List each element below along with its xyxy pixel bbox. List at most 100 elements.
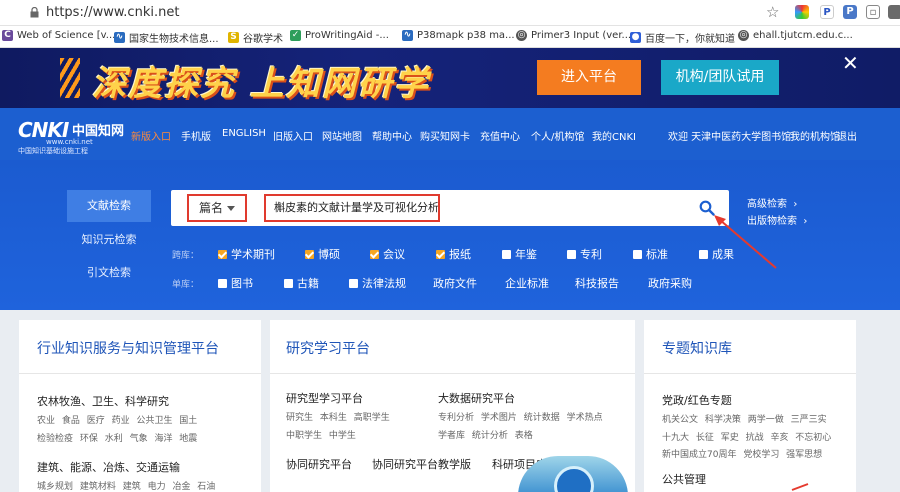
db-link[interactable]: 政府采购: [648, 275, 692, 291]
db-checkbox[interactable]: 专利: [567, 246, 602, 262]
collab-teaching-link[interactable]: 协同研究平台教学版: [372, 456, 471, 472]
nav-buy-card[interactable]: 购买知网卡: [420, 128, 470, 143]
tag-list[interactable]: 检验检疫 环保 水利 气象 海洋 地震: [37, 431, 197, 444]
search-box: 篇名 槲皮素的文献计量学及可视化分析: [171, 190, 729, 226]
checkbox-unchecked[interactable]: [567, 249, 576, 259]
nav-my-cnki[interactable]: 我的CNKI: [592, 128, 636, 143]
cnki-logo[interactable]: CNKI 中国知网 www.cnki.net 中国知识基础设施工程: [18, 118, 128, 155]
checkbox-checked[interactable]: [218, 249, 227, 259]
chevron-down-icon: [227, 206, 235, 211]
lock-icon: [30, 7, 39, 18]
tag-list[interactable]: 研究生 本科生 高职学生: [286, 410, 390, 423]
db-checkbox[interactable]: 报纸: [436, 246, 471, 262]
tab-citation-search[interactable]: 引文检索: [67, 257, 151, 289]
nav-mobile[interactable]: 手机版: [181, 128, 211, 143]
db-checkbox[interactable]: 成果: [699, 246, 734, 262]
ncbi-icon: ∿: [114, 32, 125, 43]
section-title[interactable]: 建筑、能源、冶炼、交通运输: [37, 459, 180, 475]
extension-p-icon[interactable]: P: [820, 5, 834, 19]
tab-knowledge-search[interactable]: 知识元检索: [67, 224, 151, 256]
checkbox-unchecked[interactable]: [284, 278, 293, 288]
institution-trial-button[interactable]: 机构/团队试用: [661, 60, 779, 95]
tag-list[interactable]: 农业 食品 医疗 药业 公共卫生 国土: [37, 413, 197, 426]
search-field-select[interactable]: 篇名: [187, 194, 247, 222]
db-checkbox[interactable]: 博硕: [305, 246, 340, 262]
collab-platform-link[interactable]: 协同研究平台: [286, 456, 352, 472]
card-title[interactable]: 专题知识库: [662, 338, 732, 358]
nav-recharge[interactable]: 充值中心: [480, 128, 520, 143]
extension-menu-icon[interactable]: [888, 5, 900, 19]
section-title[interactable]: 研究型学习平台: [286, 390, 363, 406]
nav-personal-library[interactable]: 个人/机构馆: [531, 128, 584, 143]
nav-english[interactable]: ENGLISH: [222, 128, 266, 139]
db-checkbox[interactable]: 学术期刊: [218, 246, 275, 262]
tag-list[interactable]: 专利分析 学术图片 统计数据 学术热点: [438, 410, 603, 423]
logout-link[interactable]: 退出: [837, 128, 857, 143]
tag-list[interactable]: 新中国成立70周年 党校学习 强军思想: [662, 447, 822, 460]
extension-pm-icon[interactable]: P: [843, 5, 857, 19]
prowritingaid-icon: ✓: [290, 30, 301, 41]
card-title[interactable]: 研究学习平台: [286, 338, 370, 358]
p38-icon: ∿: [402, 30, 413, 41]
checkbox-unchecked[interactable]: [633, 249, 642, 259]
search-input[interactable]: 槲皮素的文献计量学及可视化分析: [264, 194, 440, 222]
banner-slogan: 深度探究 上知网研学: [92, 64, 430, 104]
promo-banner[interactable]: 深度探究 上知网研学 进入平台 机构/团队试用 ✕: [0, 48, 900, 108]
db-checkbox[interactable]: 古籍: [284, 275, 319, 291]
tag-list[interactable]: 学者库 统计分析 表格: [438, 428, 533, 441]
checkbox-unchecked[interactable]: [218, 278, 227, 288]
section-title[interactable]: 农林牧渔、卫生、科学研究: [37, 393, 169, 409]
nav-sitemap[interactable]: 网站地图: [322, 128, 362, 143]
db-checkbox[interactable]: 会议: [370, 246, 405, 262]
db-link[interactable]: 企业标准: [505, 275, 549, 291]
my-institution-link[interactable]: 我的机构馆: [790, 128, 840, 143]
bookmark-item[interactable]: ∿ 国家生物技术信息...: [114, 30, 219, 45]
bookmark-item[interactable]: ◎ Primer3 Input (ver...: [516, 30, 631, 41]
advanced-search-link[interactable]: 高级检索 ›: [747, 195, 797, 210]
scholar-icon: S: [228, 32, 239, 43]
nav-help[interactable]: 帮助中心: [372, 128, 412, 143]
bookmark-item[interactable]: ∿ P38mapk p38 ma...: [402, 30, 515, 41]
url-text[interactable]: https://www.cnki.net: [46, 5, 179, 20]
banner-decoration: [60, 58, 80, 98]
industry-platform-card: 行业知识服务与知识管理平台 农林牧渔、卫生、科学研究 农业 食品 医疗 药业 公…: [19, 320, 261, 492]
bookmark-star-icon[interactable]: ☆: [766, 3, 779, 21]
bookmark-item[interactable]: S 谷歌学术: [228, 30, 283, 45]
db-link[interactable]: 科技报告: [575, 275, 619, 291]
checkbox-checked[interactable]: [436, 249, 445, 259]
browser-address-bar: https://www.cnki.net ☆ P P ▫: [0, 0, 900, 26]
bookmark-item[interactable]: ● 百度一下，你就知道: [630, 30, 735, 45]
section-title[interactable]: 公共管理: [662, 471, 706, 487]
db-checkbox[interactable]: 标准: [633, 246, 668, 262]
enter-platform-button[interactable]: 进入平台: [537, 60, 641, 95]
wos-icon: C: [2, 30, 13, 41]
close-icon[interactable]: ✕: [842, 53, 859, 73]
cross-db-label: 跨库：: [172, 251, 200, 261]
tab-literature-search[interactable]: 文献检索: [67, 190, 151, 222]
db-checkbox[interactable]: 年鉴: [502, 246, 537, 262]
extension-window-icon[interactable]: ▫: [866, 5, 880, 19]
section-title[interactable]: 大数据研究平台: [438, 390, 515, 406]
tag-list[interactable]: 机关公文 科学决策 两学一做 三严三实: [662, 412, 827, 425]
extension-color-icon[interactable]: [795, 5, 809, 19]
divider: [19, 373, 261, 374]
checkbox-unchecked[interactable]: [349, 278, 358, 288]
tag-list[interactable]: 中职学生 中学生: [286, 428, 356, 441]
section-title[interactable]: 党政/红色专题: [662, 392, 732, 408]
bookmark-item[interactable]: ◎ ehall.tjutcm.edu.c...: [738, 30, 853, 41]
nav-new-entry[interactable]: 新版入口: [131, 128, 171, 143]
nav-old-entry[interactable]: 旧版入口: [273, 128, 313, 143]
bookmark-item[interactable]: ✓ ProWritingAid -...: [290, 30, 389, 41]
tag-list[interactable]: 十九大 长征 军史 抗战 辛亥 不忘初心: [662, 430, 831, 443]
checkbox-unchecked[interactable]: [699, 249, 708, 259]
db-link[interactable]: 政府文件: [433, 275, 477, 291]
card-title[interactable]: 行业知识服务与知识管理平台: [37, 338, 219, 358]
db-checkbox[interactable]: 图书: [218, 275, 253, 291]
db-checkbox[interactable]: 法律法规: [349, 275, 406, 291]
checkbox-checked[interactable]: [305, 249, 314, 259]
checkbox-unchecked[interactable]: [502, 249, 511, 259]
site-header: CNKI 中国知网 www.cnki.net 中国知识基础设施工程 新版入口 手…: [0, 108, 900, 160]
bookmark-item[interactable]: C Web of Science [v...: [2, 30, 115, 41]
checkbox-checked[interactable]: [370, 249, 379, 259]
tag-list[interactable]: 城乡规划 建筑材料 建筑 电力 冶金 石油: [37, 479, 215, 492]
